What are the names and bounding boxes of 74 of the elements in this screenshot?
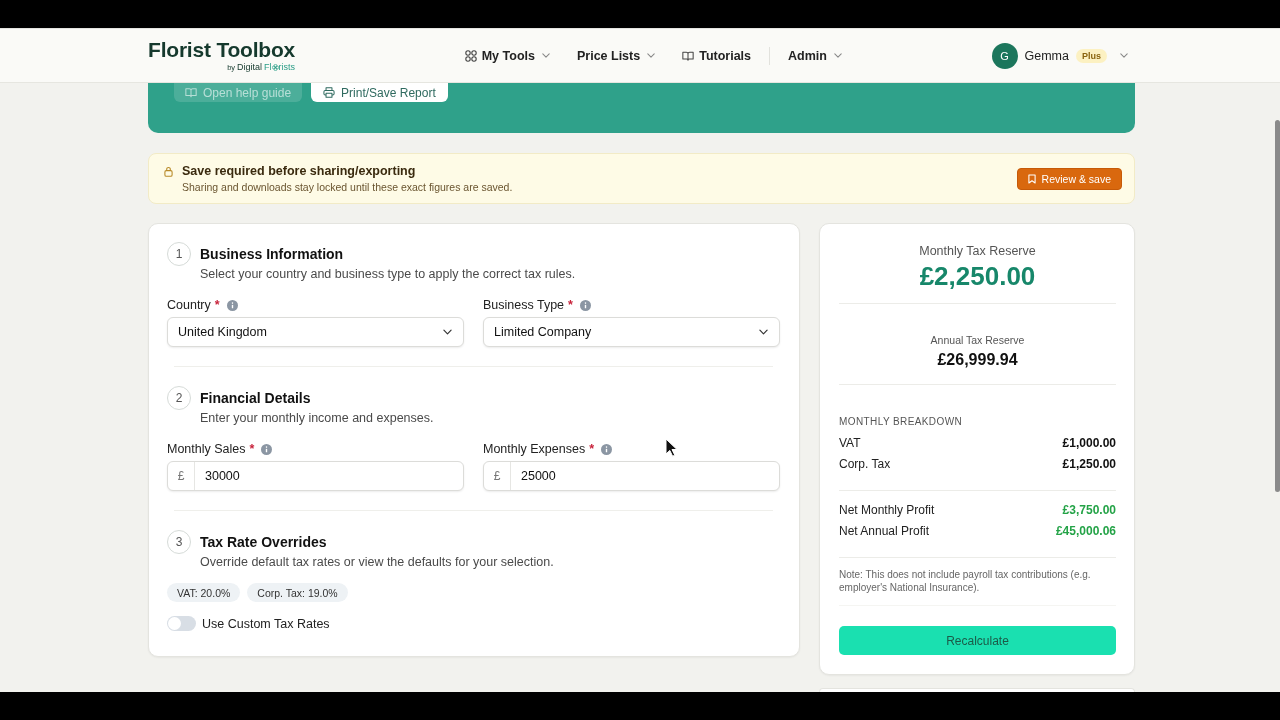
- flower-icon: [271, 63, 279, 71]
- info-icon[interactable]: [261, 443, 273, 455]
- tax-rate-chip: Corp. Tax: 19.0%: [247, 583, 348, 602]
- breakdown-label: VAT: [839, 435, 861, 450]
- logo-title[interactable]: Florist Toolbox: [148, 39, 296, 61]
- required-mark: *: [249, 442, 255, 456]
- toggle-label: Use Custom Tax Rates: [202, 616, 330, 631]
- field-label: Monthly Sales: [167, 442, 246, 456]
- chevron-down-icon: [541, 53, 550, 58]
- section-title: Business Information: [200, 245, 344, 263]
- user-menu[interactable]: G Gemma Plus: [991, 42, 1128, 69]
- toggle-switch[interactable]: [167, 616, 196, 631]
- required-mark: *: [568, 298, 573, 312]
- field-label: Country: [167, 298, 211, 312]
- breakdown-heading: MONTHLY BREAKDOWN: [839, 415, 963, 429]
- amount-field[interactable]: £ 30000: [167, 461, 464, 491]
- section-description: Override default tax rates or view the defaults for your selection.: [200, 554, 554, 570]
- nav-menu-item[interactable]: Price Lists: [576, 43, 656, 68]
- dropdown-field[interactable]: Limited Company: [483, 317, 780, 347]
- logo-tagline: rists: [278, 62, 296, 72]
- section-title: Financial Details: [200, 389, 311, 407]
- alert-message: Sharing and downloads stay locked until these exact figures are saved.: [182, 180, 513, 194]
- amount-field[interactable]: £ 25000: [483, 461, 780, 491]
- alert-title: Save required before sharing/exporting: [182, 163, 417, 179]
- section-description: Select your country and business type to apply the correct tax rules.: [200, 266, 576, 282]
- breakdown-label: Corp. Tax: [839, 456, 891, 471]
- chevron-down-icon: [443, 329, 452, 335]
- breakdown-value: £1,000.00: [1062, 435, 1116, 450]
- annual-reserve-amount: £26,999.94: [937, 350, 1018, 370]
- logo-tagline: Fl: [264, 62, 272, 72]
- required-mark: *: [589, 442, 594, 456]
- user-name: Gemma: [1024, 48, 1069, 63]
- summary-label: Annual Tax Reserve: [930, 333, 1025, 347]
- section-description: Enter your monthly income and expenses.: [200, 410, 434, 426]
- chevron-down-icon: [1120, 53, 1128, 58]
- currency-prefix: £: [168, 462, 195, 490]
- note-text: Note: This does not include payroll tax contributions (e.g. employer's National Insurance).: [839, 568, 1092, 594]
- lock-icon: [164, 166, 173, 177]
- scrollbar-thumb[interactable]: [1275, 120, 1280, 492]
- tax-rate-chip: VAT: 20.0%: [167, 583, 241, 602]
- review-save-button[interactable]: Review & save: [1016, 168, 1122, 190]
- chevron-down-icon: [647, 53, 656, 58]
- nav-menu-item[interactable]: Tutorials: [682, 43, 752, 68]
- chevron-down-icon: [833, 53, 842, 58]
- grid-icon: [464, 49, 477, 62]
- breakdown-value: £1,250.00: [1062, 456, 1116, 471]
- profit-label: Net Annual Profit: [839, 523, 930, 538]
- info-icon[interactable]: [579, 299, 591, 311]
- summary-label: Monthly Tax Reserve: [919, 243, 1036, 259]
- dropdown-field[interactable]: United Kingdom: [167, 317, 464, 347]
- plan-badge: Plus: [1076, 48, 1107, 63]
- monthly-reserve-amount: £2,250.00: [919, 261, 1036, 291]
- currency-prefix: £: [484, 462, 511, 490]
- nav-menu-item[interactable]: My Tools: [464, 43, 550, 68]
- print-report-button[interactable]: Print/Save Report: [311, 83, 448, 102]
- bookmark-icon: [1027, 174, 1036, 184]
- profit-value: £45,000.06: [1055, 523, 1116, 538]
- profit-label: Net Monthly Profit: [839, 502, 935, 517]
- nav-menu-item[interactable]: Admin: [788, 43, 842, 68]
- book-icon: [185, 87, 197, 98]
- logo-tagline: Digital: [237, 62, 263, 72]
- printer-icon: [323, 87, 336, 98]
- profit-value: £3,750.00: [1062, 502, 1116, 517]
- required-mark: *: [214, 298, 220, 312]
- info-icon[interactable]: [226, 299, 238, 311]
- info-icon[interactable]: [601, 443, 612, 455]
- field-label: Monthly Expenses: [483, 442, 586, 456]
- section-title: Tax Rate Overrides: [200, 533, 327, 551]
- chevron-down-icon: [759, 329, 768, 335]
- field-label: Business Type: [483, 298, 565, 312]
- book-icon: [682, 49, 695, 62]
- cursor-icon: [665, 438, 677, 457]
- avatar-circle: G: [991, 42, 1018, 69]
- recalculate-button[interactable]: Recalculate: [839, 626, 1116, 655]
